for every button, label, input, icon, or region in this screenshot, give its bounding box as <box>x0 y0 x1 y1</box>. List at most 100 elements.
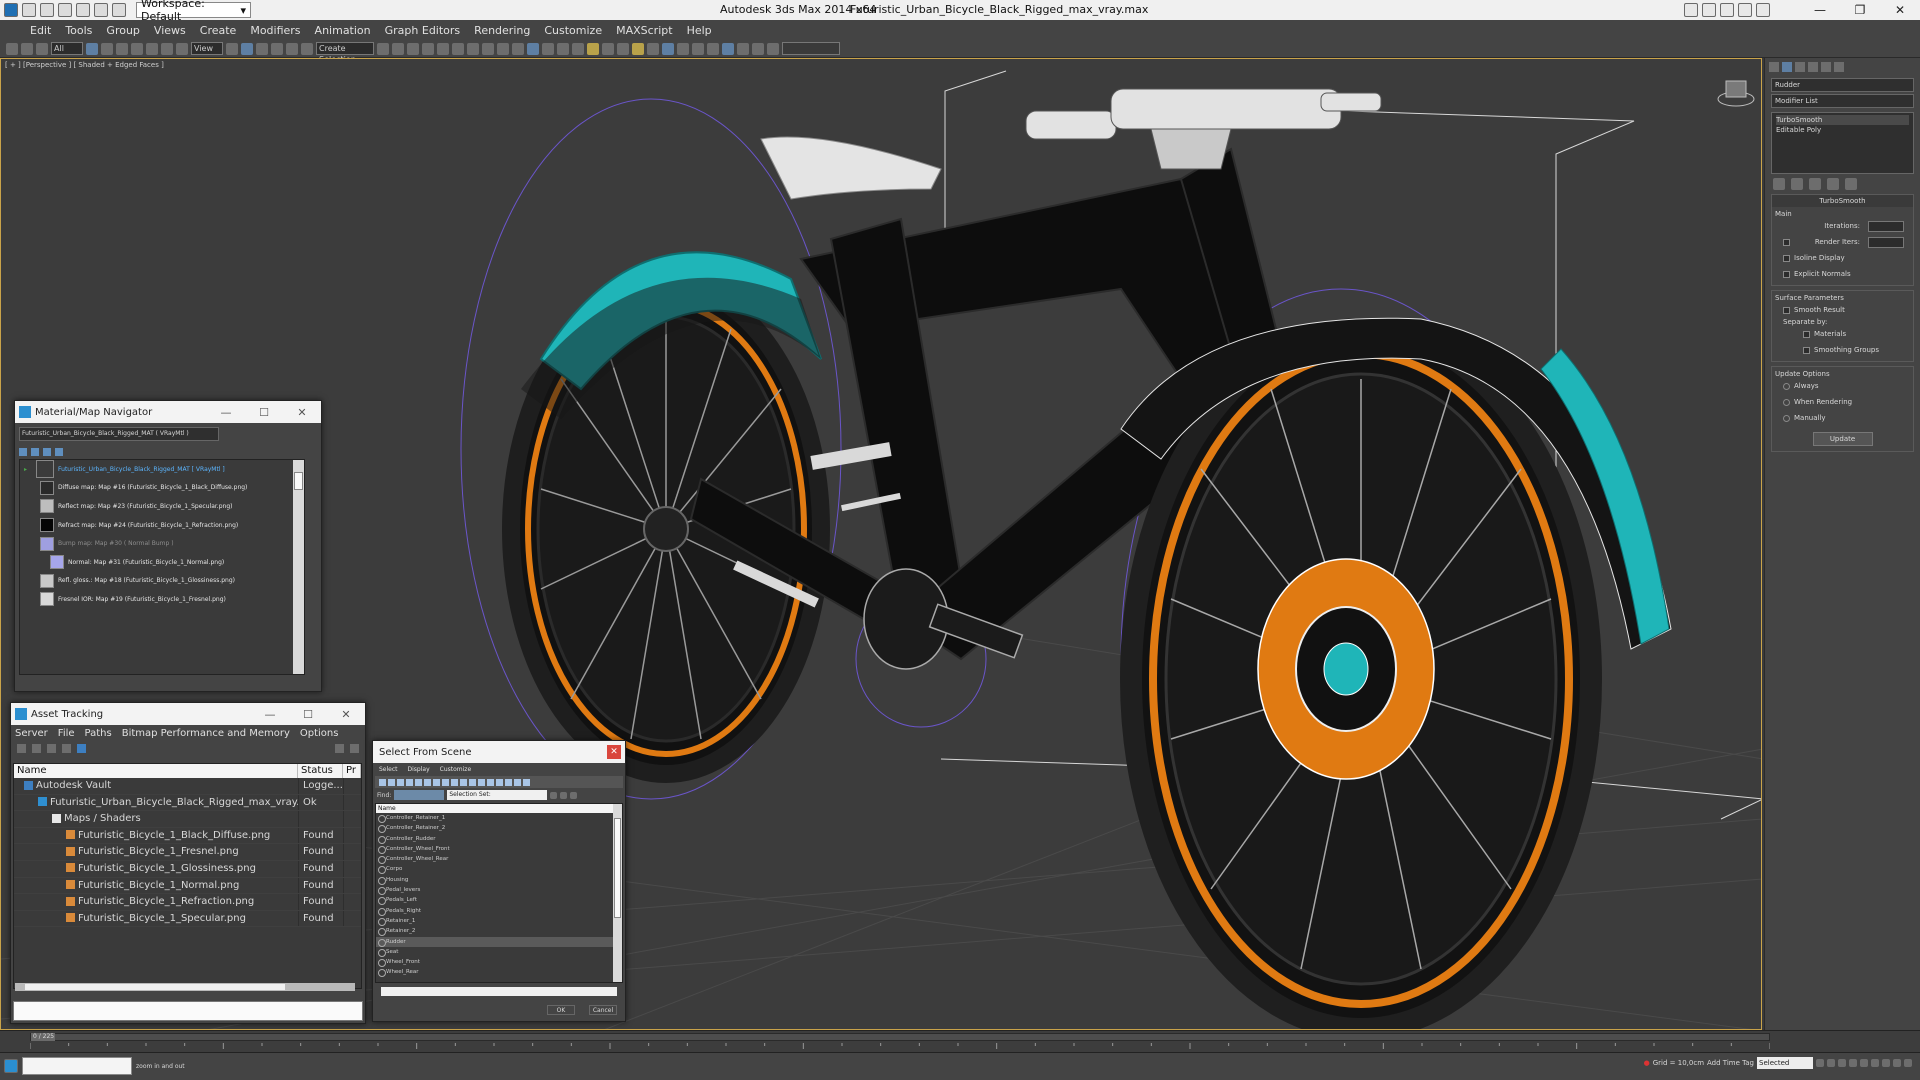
filter-xrefs-icon[interactable] <box>442 778 449 786</box>
col-status[interactable]: Status <box>298 764 343 778</box>
expand-icon[interactable]: ▸ <box>24 466 27 473</box>
smooth-result-checkbox[interactable] <box>1783 306 1790 314</box>
navigator-minimize-button[interactable]: — <box>207 406 245 419</box>
sfs-menu-customize[interactable]: Customize <box>440 766 472 773</box>
snap-icon[interactable] <box>256 42 268 55</box>
map-node[interactable]: Normal: Map #31 (Futuristic_Bicycle_1_No… <box>20 553 304 572</box>
angle-snap-icon[interactable] <box>271 42 283 55</box>
layer-manager-icon[interactable] <box>407 42 419 55</box>
list-item[interactable]: Controller_Retainer_2 <box>376 823 622 834</box>
asset-path-field[interactable] <box>13 1001 363 1021</box>
modifier-stack[interactable]: TurboSmooth Editable Poly <box>1771 112 1914 174</box>
extra-tool-icon-3[interactable] <box>767 42 779 55</box>
select-object-icon[interactable] <box>86 42 98 55</box>
at-menu-file[interactable]: File <box>58 728 75 739</box>
help-icon[interactable] <box>1756 3 1770 17</box>
asset-table[interactable]: Name Status Pr Autodesk Vault Logge... Fu… <box>13 763 362 989</box>
menu-maxscript[interactable]: MAXScript <box>616 24 672 37</box>
vray-toolbar-icon-3[interactable] <box>572 42 584 55</box>
navigator-tree[interactable]: ▸ Futuristic_Urban_Bicycle_Black_Rigged_M… <box>19 459 305 675</box>
asset-tracking-maximize-button[interactable]: ☐ <box>289 708 327 721</box>
menu-views[interactable]: Views <box>154 24 186 37</box>
vray-toolbar-icon-1[interactable] <box>542 42 554 55</box>
get-latest-icon[interactable] <box>62 744 71 753</box>
create-tab-icon[interactable] <box>1769 62 1779 72</box>
zoom-icon[interactable] <box>1871 1059 1879 1067</box>
navigator-scrollbar[interactable] <box>293 460 304 674</box>
spinner-snap-icon[interactable] <box>301 42 313 55</box>
star-icon[interactable] <box>1738 3 1752 17</box>
filter-geometry-icon[interactable] <box>379 778 386 786</box>
table-row[interactable]: Futuristic_Bicycle_1_Glossiness.png Found <box>14 860 361 878</box>
play-icon[interactable] <box>1838 1059 1846 1067</box>
tree-view-icon[interactable] <box>350 744 359 753</box>
sfs-selection-set-dropdown[interactable]: Selection Set: <box>447 790 548 800</box>
vray-proxy-icon[interactable] <box>647 42 659 55</box>
sfs-scroll-thumb[interactable] <box>614 818 621 918</box>
navigator-material-name[interactable]: Futuristic_Urban_Bicycle_Black_Rigged_MA… <box>19 427 219 441</box>
map-node[interactable]: Fresnel IOR: Map #19 (Futuristic_Bicycle… <box>20 590 304 609</box>
redo-icon[interactable] <box>94 3 108 17</box>
sfs-find-input[interactable] <box>394 790 445 800</box>
at-menu-options[interactable]: Options <box>300 728 339 739</box>
rotate-icon[interactable] <box>161 42 173 55</box>
pin-stack-icon[interactable] <box>1773 178 1785 190</box>
extra-tool-icon-2[interactable] <box>752 42 764 55</box>
next-frame-icon[interactable] <box>1849 1059 1857 1067</box>
table-row[interactable]: Autodesk Vault Logge... <box>14 778 361 795</box>
link-icon[interactable] <box>6 42 18 55</box>
rect-selection-icon[interactable] <box>116 42 128 55</box>
display-all-icon[interactable] <box>460 778 467 786</box>
remove-modifier-icon[interactable] <box>1827 178 1839 190</box>
selection-mode-dropdown[interactable]: Selected <box>1757 1057 1813 1069</box>
materials-checkbox[interactable] <box>1803 330 1810 338</box>
vray-mtl-icon[interactable] <box>707 42 719 55</box>
open-file-icon[interactable] <box>40 3 54 17</box>
menu-edit[interactable]: Edit <box>30 24 51 37</box>
display-none-icon[interactable] <box>469 778 476 786</box>
invert-display-icon[interactable] <box>478 778 485 786</box>
isoline-checkbox[interactable] <box>1783 254 1790 262</box>
map-node[interactable]: Bump map: Map #30 ( Normal Bump ) <box>20 534 304 553</box>
sfs-object-list[interactable]: Name Controller_Retainer_1 Controller_Re… <box>375 803 623 983</box>
menu-customize[interactable]: Customize <box>544 24 602 37</box>
render-iters-spinner[interactable] <box>1868 236 1904 248</box>
list-item[interactable]: Controller_Retainer_1 <box>376 813 622 824</box>
view-list-icon[interactable] <box>19 448 27 456</box>
navigator-scroll-thumb[interactable] <box>294 472 303 490</box>
new-file-icon[interactable] <box>22 3 36 17</box>
make-unique-icon[interactable] <box>1809 178 1821 190</box>
mirror-icon[interactable] <box>377 42 389 55</box>
modifier-list-dropdown[interactable]: Modifier List <box>1771 94 1914 108</box>
render-setup-icon[interactable] <box>482 42 494 55</box>
navigator-close-button[interactable]: ✕ <box>283 406 321 419</box>
named-selection-dropdown[interactable]: Create Selection <box>316 42 374 64</box>
time-slider[interactable]: 0 / 225 <box>30 1033 1770 1041</box>
list-item[interactable]: Wheel_Front <box>376 957 622 968</box>
ok-button[interactable]: OK <box>547 1005 575 1015</box>
sfs-option-icon-3[interactable] <box>570 791 578 799</box>
select-all-icon[interactable] <box>487 778 494 786</box>
modify-tab-icon[interactable] <box>1782 62 1792 72</box>
motion-tab-icon[interactable] <box>1808 62 1818 72</box>
iterations-spinner[interactable] <box>1868 220 1904 232</box>
rendered-frame-icon[interactable] <box>497 42 509 55</box>
menu-tools[interactable]: Tools <box>65 24 92 37</box>
hierarchy-tab-icon[interactable] <box>1795 62 1805 72</box>
refresh-icon[interactable] <box>17 744 26 753</box>
sfs-hscroll[interactable] <box>381 987 617 996</box>
pivot-center-icon[interactable] <box>226 42 238 55</box>
select-dependents-icon[interactable] <box>523 778 530 786</box>
asset-table-hscroll-thumb[interactable] <box>25 984 285 990</box>
display-tab-icon[interactable] <box>1821 62 1831 72</box>
sfs-option-icon-1[interactable] <box>550 791 558 799</box>
list-item[interactable]: Seat <box>376 947 622 958</box>
vray-plane-icon[interactable] <box>677 42 689 55</box>
window-crossing-icon[interactable] <box>131 42 143 55</box>
map-node[interactable]: Refl. gloss.: Map #18 (Futuristic_Bicycl… <box>20 572 304 591</box>
schematic-view-icon[interactable] <box>452 42 464 55</box>
list-item[interactable]: Wheel_Rear <box>376 967 622 978</box>
sfs-close-button[interactable]: ✕ <box>607 745 621 759</box>
prev-frame-icon[interactable] <box>1827 1059 1835 1067</box>
filter-shapes-icon[interactable] <box>388 778 395 786</box>
